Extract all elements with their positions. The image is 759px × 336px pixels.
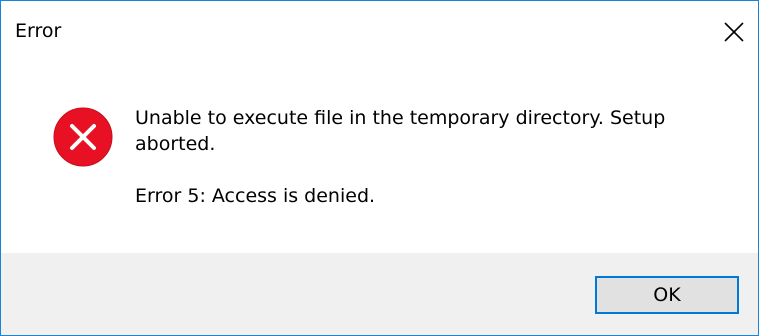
error-icon	[53, 107, 113, 167]
title-bar: Error	[1, 1, 758, 63]
button-bar: OK	[1, 253, 758, 335]
ok-button-label: OK	[653, 284, 681, 306]
error-message: Unable to execute file in the temporary …	[135, 107, 666, 155]
dialog-content: Unable to execute file in the temporary …	[1, 63, 758, 253]
window-title: Error	[15, 20, 62, 42]
close-icon	[724, 22, 744, 42]
message-text: Unable to execute file in the temporary …	[135, 105, 735, 209]
error-dialog: Error Unable to execute file in the temp…	[0, 0, 759, 336]
close-button[interactable]	[710, 1, 758, 63]
error-detail: Error 5: Access is denied.	[135, 185, 376, 207]
ok-button[interactable]: OK	[595, 276, 739, 314]
